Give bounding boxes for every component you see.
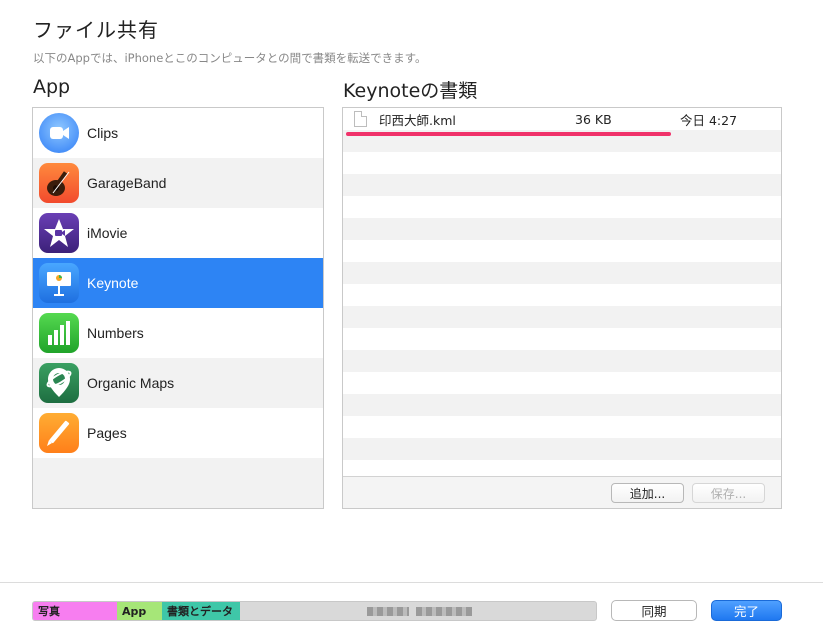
app-list: Clips GarageBand iMovie Keynote Numbers … (32, 107, 324, 509)
empty-row (343, 262, 781, 284)
organic-maps-icon (39, 363, 79, 403)
numbers-icon (39, 313, 79, 353)
app-item-label: Pages (87, 425, 127, 441)
app-item-garageband[interactable]: GarageBand (33, 158, 323, 208)
empty-row (343, 350, 781, 372)
document-size: 36 KB (575, 111, 612, 127)
empty-row (343, 284, 781, 306)
app-item-clips[interactable]: Clips (33, 108, 323, 158)
page-title: ファイル共有 (33, 18, 159, 42)
documents-footer: 追加... 保存... (343, 476, 781, 508)
imovie-icon (39, 213, 79, 253)
empty-row (343, 438, 781, 460)
apps-heading: App (33, 76, 71, 98)
empty-row (343, 328, 781, 350)
app-item-label: Keynote (87, 275, 139, 291)
documents-heading: Keynoteの書類 (343, 80, 478, 102)
app-item-label: Clips (87, 125, 119, 141)
keynote-icon (39, 263, 79, 303)
storage-segment-photos: 写真 (33, 602, 117, 620)
document-row[interactable]: 印西大師.kml 36 KB 今日 4:27 (343, 108, 781, 130)
storage-bar: 写真 App 書類とデータ (32, 601, 597, 621)
app-item-numbers[interactable]: Numbers (33, 308, 323, 358)
empty-row (343, 152, 781, 174)
app-item-label: Organic Maps (87, 375, 175, 391)
storage-segment-apps: App (117, 602, 162, 620)
empty-row (343, 240, 781, 262)
empty-row (343, 416, 781, 438)
documents-rows: 印西大師.kml 36 KB 今日 4:27 (343, 108, 781, 478)
documents-list: 印西大師.kml 36 KB 今日 4:27 追加... 保存... (342, 107, 782, 509)
document-file-icon (354, 111, 367, 127)
highlight-underline (346, 132, 671, 136)
empty-row (343, 394, 781, 416)
storage-segment-free (240, 602, 596, 620)
document-modified: 今日 4:27 (680, 112, 738, 128)
empty-row (343, 306, 781, 328)
pages-icon (39, 413, 79, 453)
redacted-text (367, 607, 409, 616)
add-button[interactable]: 追加... (611, 483, 684, 503)
app-item-organic-maps[interactable]: Organic Maps (33, 358, 323, 408)
empty-row (343, 218, 781, 240)
app-item-imovie[interactable]: iMovie (33, 208, 323, 258)
app-item-label: iMovie (87, 225, 128, 241)
app-item-pages[interactable]: Pages (33, 408, 323, 458)
app-item-keynote[interactable]: Keynote (33, 258, 323, 308)
garageband-icon (39, 163, 79, 203)
sync-button[interactable]: 同期 (611, 600, 697, 621)
empty-row (343, 372, 781, 394)
document-name: 印西大師.kml (379, 112, 456, 128)
done-button[interactable]: 完了 (711, 600, 782, 621)
app-item-label: Numbers (87, 325, 144, 341)
storage-segment-docs: 書類とデータ (162, 602, 240, 620)
footer-divider (0, 582, 823, 583)
app-item-label: GarageBand (87, 175, 167, 191)
save-button[interactable]: 保存... (692, 483, 765, 503)
clips-icon (39, 113, 79, 153)
page-subtitle: 以下のAppでは、iPhoneとこのコンピュータとの間で書類を転送できます。 (33, 51, 427, 65)
empty-row (343, 174, 781, 196)
redacted-text (416, 607, 472, 616)
empty-row (343, 196, 781, 218)
